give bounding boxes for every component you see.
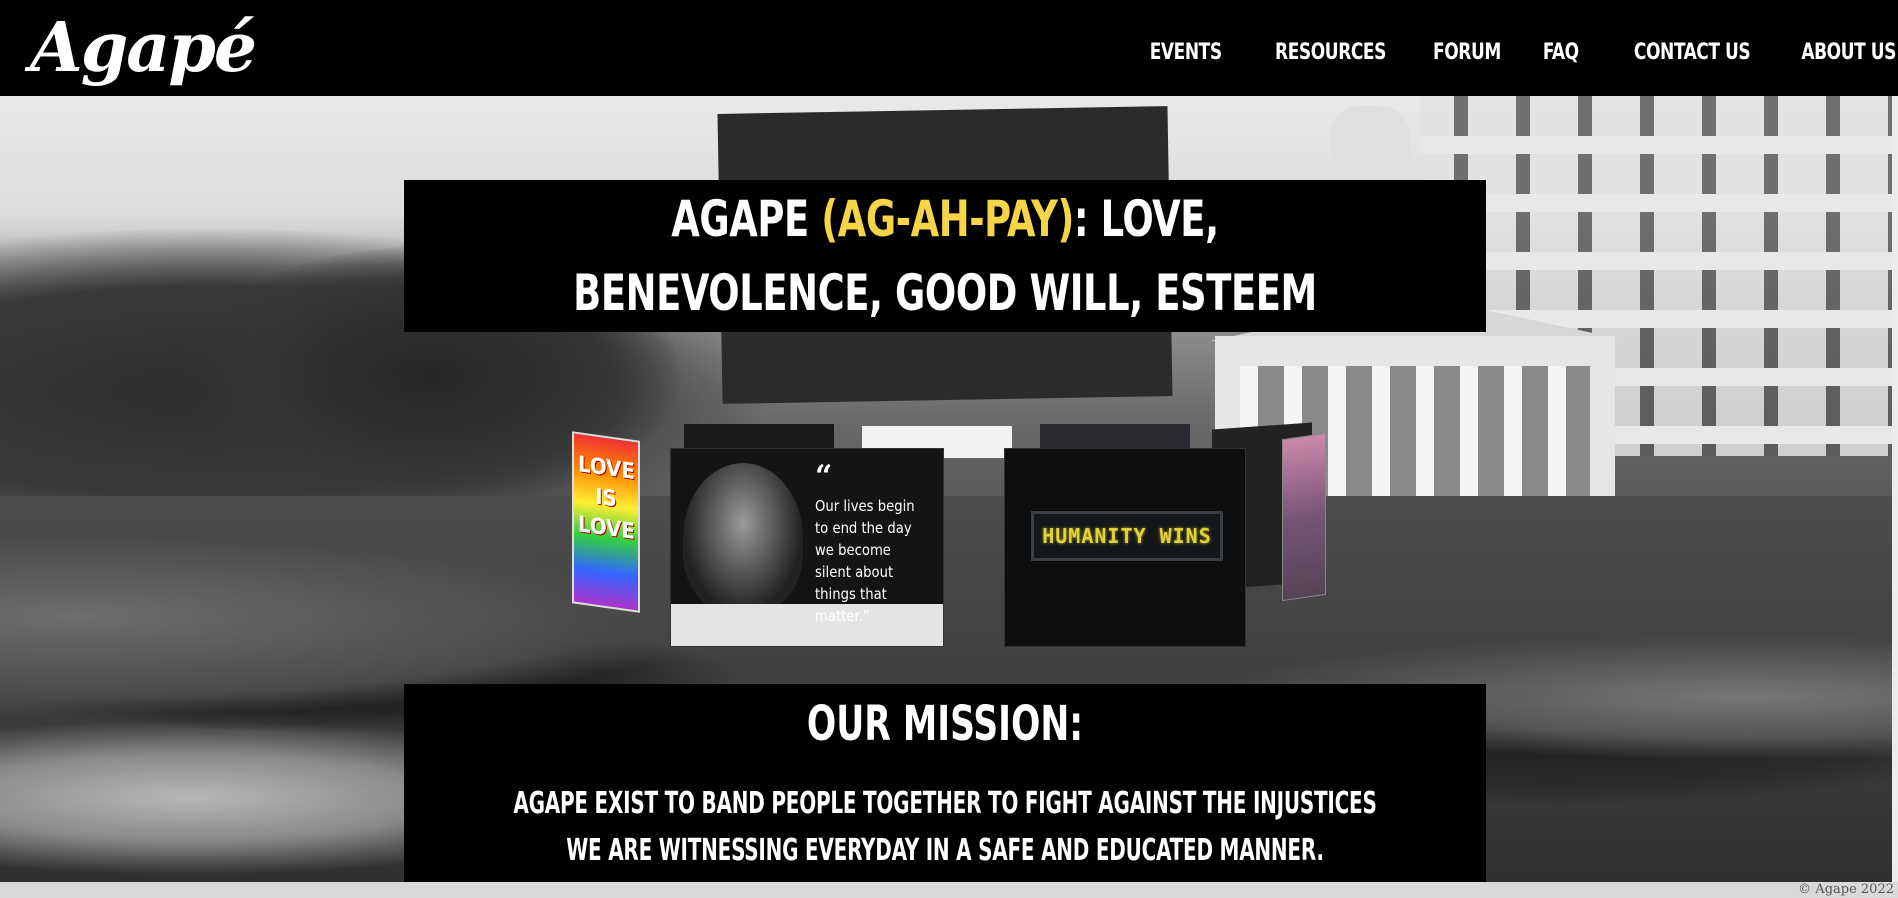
humanity-sign: HUMANITY WINS	[1031, 511, 1223, 561]
humanity-sign-text: HUMANITY WINS	[1042, 524, 1212, 548]
page-scrollbar[interactable]	[1892, 96, 1898, 882]
nav-item-faq[interactable]: FAQ	[1543, 40, 1579, 65]
title-pronunciation: (AG-AH-PAY)	[821, 190, 1074, 248]
love-is-love-card[interactable]: LOVE IS LOVE	[572, 431, 640, 613]
mission-section: OUR MISSION: AGAPE EXIST TO BAND PEOPLE …	[404, 684, 1486, 898]
side-photo-card[interactable]	[1282, 432, 1326, 602]
main-nav: EVENTS RESOURCES FORUM FAQ CONTACT US AB…	[1102, 40, 1896, 65]
nav-item-forum[interactable]: FORUM	[1433, 40, 1501, 65]
footer: © Agape 2022	[0, 882, 1898, 898]
copyright-text: © Agape 2022	[1798, 882, 1894, 897]
title-prefix: AGAPE	[671, 190, 822, 248]
portrait-photo	[683, 463, 803, 613]
quote-mark-icon: “	[815, 459, 833, 494]
mission-heading: OUR MISSION:	[806, 696, 1084, 752]
nav-item-about-us[interactable]: ABOUT US	[1801, 40, 1896, 65]
nav-item-events[interactable]: EVENTS	[1149, 40, 1221, 65]
humanity-wins-card[interactable]: HUMANITY WINS	[1004, 448, 1246, 647]
hero-title-banner: AGAPE (AG-AH-PAY): LOVE, BENEVOLENCE, GO…	[404, 180, 1486, 332]
nav-item-contact-us[interactable]: CONTACT US	[1634, 40, 1751, 65]
site-logo[interactable]: Agapé	[30, 8, 257, 88]
love-sign-text: LOVE IS LOVE	[578, 452, 635, 546]
page-title: AGAPE (AG-AH-PAY): LOVE, BENEVOLENCE, GO…	[510, 182, 1379, 330]
mission-text: AGAPE EXIST TO BAND PEOPLE TOGETHER TO F…	[513, 786, 1377, 868]
nav-item-resources[interactable]: RESOURCES	[1275, 40, 1386, 65]
mlk-quote-card[interactable]: “ Our lives begin to end the day we beco…	[670, 448, 944, 647]
quote-text: Our lives begin to end the day we become…	[815, 497, 915, 625]
top-navbar: Agapé EVENTS RESOURCES FORUM FAQ CONTACT…	[0, 0, 1898, 96]
